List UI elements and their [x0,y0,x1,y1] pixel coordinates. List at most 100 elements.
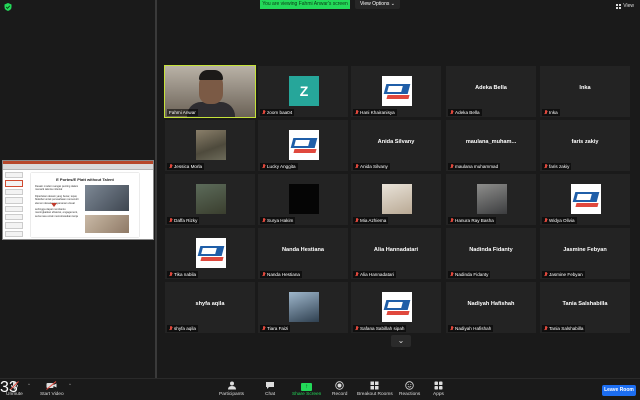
participant-tile[interactable]: Hanura Ray Basha [446,174,536,225]
participant-name-label: Fahmi Anwar [167,109,198,116]
participant-name: Inka [549,110,558,115]
participant-tile[interactable]: maulana_muham... maulana muhammad [446,120,536,171]
participant-name-label: Widya Olivia [542,217,577,224]
shared-screen-preview[interactable]: E Portes/E Platt without Talent Desain m… [2,160,154,240]
participants-button[interactable]: Participants [219,381,244,397]
record-icon [332,381,347,390]
record-label: Record [332,392,348,397]
leave-room-button[interactable]: Leave Room [602,385,636,396]
muted-mic-icon [355,272,359,277]
share-screen-button[interactable]: ↑ Share Screen [292,381,321,397]
participant-tile[interactable]: Anida Silvany Anida Silvany [351,120,441,171]
participant-tile[interactable]: Safana Sabillah sipah [351,282,441,333]
next-page-button[interactable]: ⌄ [391,335,411,347]
participant-name-label: Anida Silvany [353,163,390,170]
participant-tile[interactable]: Zzoom baa04 [258,66,348,117]
participant-display-name: Adeka Bella [475,85,507,91]
participant-avatar [196,184,226,214]
muted-mic-icon [355,326,359,331]
participant-display-name: Nanda Hestiana [282,247,324,253]
participant-display-name: shyfa aqila [195,301,225,307]
slide-paragraph: sehingga dapat membantu meningkatkan efi… [35,208,78,218]
muted-mic-icon [6,381,23,390]
participants-label: Participants [219,392,245,397]
participant-name: Nadiyah Hafishah [455,326,492,331]
meeting-toolbar: Unmute ^ Start Video ^ Participants 33 C… [0,378,640,400]
view-options-button[interactable]: View Options ⌄ [355,0,400,9]
participant-tile[interactable]: Tiara Faizi [258,282,348,333]
participant-tile[interactable]: Nanda Hestiana Nanda Hestiana [258,228,348,279]
participant-name-label: Mia Azhiema [353,217,389,224]
breakout-rooms-button[interactable]: Breakout Rooms [357,381,393,397]
participant-name: zoom baa04 [267,110,293,115]
unmute-label: Unmute [6,392,23,397]
participant-tile[interactable]: Adeka Bella Adeka Bella [446,66,536,117]
participant-tile[interactable]: Widya Olivia [540,174,630,225]
participant-name: Hani Khairanisya [360,110,395,115]
apps-button[interactable]: Apps [433,381,444,397]
participant-tile[interactable]: Nadiyah Hafishah Nadiyah Hafishah [446,282,536,333]
participant-avatar [477,184,507,214]
slide-thumbnails [5,172,23,237]
video-options-caret-icon[interactable]: ^ [69,382,71,387]
participant-name: Hanura Ray Basha [455,218,494,223]
muted-mic-icon [544,164,548,169]
participant-tile[interactable]: Jasmine Febyan Jasmine Febyan [540,228,630,279]
muted-mic-icon [544,218,548,223]
participant-avatar [571,184,601,214]
participant-name: shyfa aqila [174,326,196,331]
shield-icon[interactable] [4,3,12,11]
breakout-rooms-icon [357,381,393,390]
apps-label: Apps [433,392,444,397]
participant-tile[interactable]: Daffa Rizky [165,174,255,225]
participant-tile[interactable]: faris zakiy faris zakiy [540,120,630,171]
participant-name: Mia Azhiema [360,218,387,223]
slide-arrow-icon [51,203,57,207]
muted-mic-icon [450,164,454,169]
participant-avatar [382,292,412,322]
participant-tile[interactable]: Jessica Morla [165,120,255,171]
participant-avatar [382,184,412,214]
reactions-button[interactable]: Reactions [399,381,420,397]
slide-paragraph: Desain modern sangat penting dalam menar… [35,185,79,192]
participant-tile[interactable]: Tika nabila [165,228,255,279]
participant-display-name: Alia Hannadatari [373,247,419,253]
participant-tile[interactable]: shyfa aqila shyfa aqila [165,282,255,333]
participant-tile[interactable]: Fahmi Anwar [164,65,256,118]
muted-mic-icon [169,218,173,223]
video-off-icon [40,381,64,390]
unmute-button[interactable]: Unmute [6,381,23,397]
panel-divider[interactable] [155,0,157,378]
audio-options-caret-icon[interactable]: ^ [28,382,30,387]
muted-mic-icon [262,272,266,277]
participant-tile[interactable]: Tania Salshabilla Tania Salshabilla [540,282,630,333]
participant-name: Nanda Hestiana [267,272,300,277]
participant-name: Nadinda Fidanty [455,272,489,277]
muted-mic-icon [355,164,359,169]
chat-button[interactable]: Chat [265,381,275,397]
participant-name: Surya Hakim [267,218,294,223]
participant-name-label: Adeka Bella [448,109,482,116]
participant-display-name: faris zakiy [571,139,599,145]
view-button[interactable]: View [616,3,634,9]
participant-tile[interactable]: Mia Azhiema [351,174,441,225]
participant-name-label: shyfa aqila [167,325,198,332]
apps-icon [433,381,444,390]
chat-icon [265,381,275,390]
muted-mic-icon [169,272,173,277]
participant-tile[interactable]: Inka Inka [540,66,630,117]
participant-name: Anida Silvany [360,164,388,169]
participant-avatar [196,130,226,160]
start-video-button[interactable]: Start Video [40,381,64,397]
participant-display-name: Nadinda Fidanty [469,247,513,253]
reactions-label: Reactions [399,392,421,397]
participant-tile[interactable]: Surya Hakim [258,174,348,225]
participant-avatar [289,292,319,322]
participant-tile[interactable]: Nadinda Fidanty Nadinda Fidanty [446,228,536,279]
record-button[interactable]: Record [332,381,347,397]
participant-tile[interactable]: Hani Khairanisya [351,66,441,117]
participant-tile[interactable]: Alia Hannadatari Alia Hannadatari [351,228,441,279]
participant-name: Adeka Bella [455,110,480,115]
participant-tile[interactable]: Lucky Anggita [258,120,348,171]
muted-mic-icon [262,218,266,223]
